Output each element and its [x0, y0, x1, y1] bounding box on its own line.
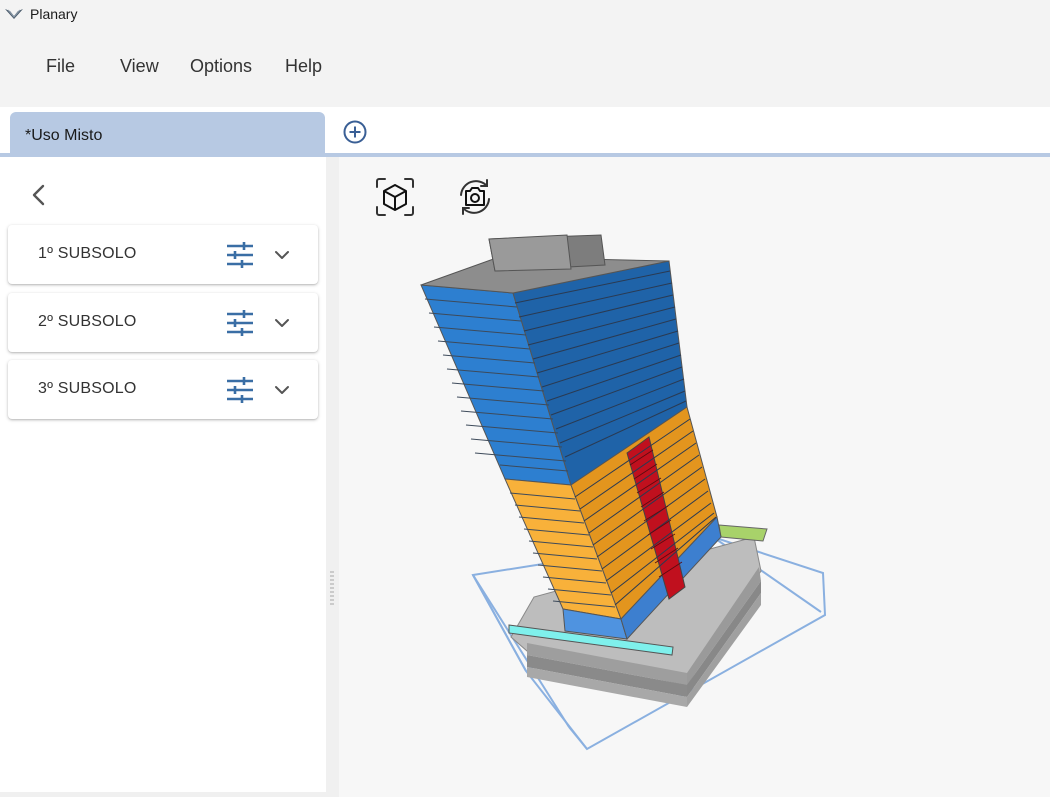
floor-card-subsolo-3[interactable]: 3º SUBSOLO: [8, 360, 318, 419]
tab-label: *Uso Misto: [25, 127, 103, 144]
3d-viewport[interactable]: [339, 157, 1050, 797]
tune-settings-icon[interactable]: [226, 309, 254, 337]
tab-bar: *Uso Misto: [0, 107, 1050, 153]
floor-card-subsolo-2[interactable]: 2º SUBSOLO: [8, 293, 318, 352]
floor-card-label: 3º SUBSOLO: [38, 380, 137, 397]
tower: [420, 234, 722, 640]
menu-file[interactable]: File: [46, 56, 75, 77]
tune-settings-icon[interactable]: [226, 376, 254, 404]
add-tab-icon[interactable]: [342, 119, 368, 145]
sidebar-bottom-strip: [0, 792, 339, 797]
back-chevron-icon[interactable]: [28, 182, 50, 208]
tune-settings-icon[interactable]: [226, 241, 254, 269]
sidebar: 1º SUBSOLO 2º SUBSOLO 3º SUBSOLO: [0, 157, 326, 792]
menu-help[interactable]: Help: [285, 56, 322, 77]
floor-card-label: 2º SUBSOLO: [38, 313, 137, 330]
rotate-camera-icon[interactable]: [455, 177, 495, 217]
resize-grip-icon[interactable]: [330, 570, 334, 608]
tab-uso-misto[interactable]: *Uso Misto: [10, 112, 325, 153]
planary-logo-icon: [5, 9, 23, 19]
floor-card-subsolo-1[interactable]: 1º SUBSOLO: [8, 225, 318, 284]
chevron-down-icon[interactable]: [274, 315, 290, 331]
app-window: Planary File View Options Help *Uso Mist…: [0, 0, 1050, 797]
building-3d-model[interactable]: [339, 157, 1050, 797]
cube-view-icon[interactable]: [375, 177, 415, 217]
title-bar: Planary: [0, 0, 1050, 28]
menu-view[interactable]: View: [120, 56, 159, 77]
floor-card-label: 1º SUBSOLO: [38, 245, 137, 262]
chevron-down-icon[interactable]: [274, 382, 290, 398]
menu-options[interactable]: Options: [190, 56, 252, 77]
chevron-down-icon[interactable]: [274, 247, 290, 263]
app-title: Planary: [30, 6, 78, 22]
menu-bar: File View Options Help: [0, 28, 1050, 107]
panel-splitter[interactable]: [326, 157, 339, 797]
